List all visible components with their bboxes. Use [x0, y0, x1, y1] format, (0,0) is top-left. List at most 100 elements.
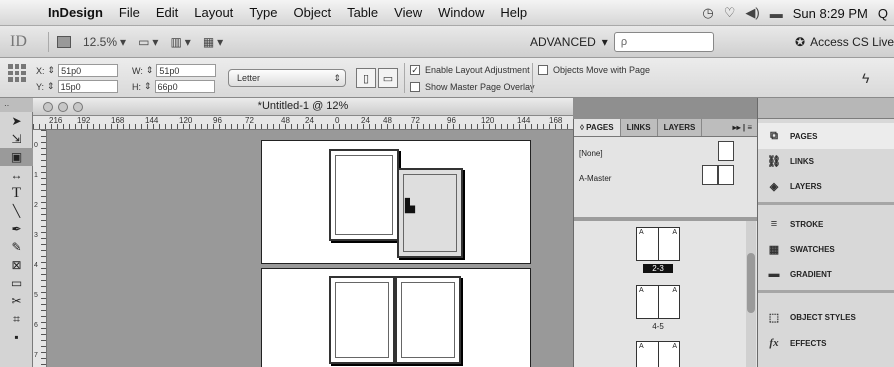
panel-menu-icon[interactable]: ▸▸ | ≡: [727, 119, 758, 136]
wifi-icon[interactable]: ♡: [724, 5, 736, 21]
vertical-ruler[interactable]: 0 1 2 3 4 5 6 7: [33, 130, 47, 367]
help-search-input[interactable]: ρ: [613, 32, 714, 52]
rectangle-frame-tool-icon[interactable]: ⊠: [0, 256, 33, 274]
master-a[interactable]: A-Master: [579, 174, 611, 183]
page-size-select[interactable]: Letter ⇕: [228, 69, 346, 87]
stepper-icon[interactable]: ⇕: [47, 81, 55, 92]
time-machine-icon[interactable]: ◷: [702, 5, 713, 21]
screen-mode-dropdown[interactable]: ▥ ▾: [170, 35, 190, 49]
pages-scrollbar-thumb[interactable]: [747, 253, 755, 313]
stepper-icon[interactable]: ⇕: [146, 65, 154, 76]
ruler-label: 0: [335, 116, 340, 125]
ruler-label: 6: [34, 322, 38, 329]
menu-object[interactable]: Object: [286, 5, 340, 20]
quick-apply-icon[interactable]: ϟ: [862, 70, 869, 86]
menu-window[interactable]: Window: [430, 5, 492, 20]
ruler-label: 0: [34, 142, 38, 149]
menu-view[interactable]: View: [386, 5, 430, 20]
menu-type[interactable]: Type: [241, 5, 285, 20]
gap-tool-icon[interactable]: ↔: [0, 166, 33, 184]
view-options-dropdown[interactable]: ▭ ▾: [138, 35, 158, 49]
portrait-orientation-button[interactable]: ▯: [356, 68, 376, 88]
show-master-overlay-checkbox[interactable]: [410, 82, 420, 92]
free-transform-tool-icon[interactable]: ⌗: [0, 310, 33, 328]
object-styles-icon: ⬚: [768, 311, 780, 324]
stepper-icon[interactable]: ⇕: [48, 65, 56, 76]
line-tool-icon[interactable]: ╲: [0, 202, 33, 220]
enable-layout-adjustment-checkbox[interactable]: ✓: [410, 65, 420, 75]
chevron-down-icon: ▾: [217, 34, 224, 49]
page-left[interactable]: [329, 276, 395, 364]
view-options-icon: ▭: [138, 34, 150, 49]
tab-pages[interactable]: ◊ PAGES: [574, 119, 621, 136]
arrange-documents-dropdown[interactable]: ▦ ▾: [203, 35, 223, 49]
dock-header[interactable]: [758, 98, 894, 119]
pasteboard[interactable]: ▙: [47, 130, 573, 367]
menu-file[interactable]: File: [111, 5, 148, 20]
master-a-left-thumbnail[interactable]: [702, 165, 718, 185]
spine: [658, 342, 659, 367]
layers-icon: ◈: [769, 180, 779, 193]
dock-item-swatches[interactable]: ▦ SWATCHES: [758, 236, 894, 262]
scissors-tool-icon[interactable]: ✂: [0, 292, 33, 310]
horizontal-ruler[interactable]: 216 192 168 144 120 96 72 48 24 0 24 48 …: [33, 116, 573, 130]
page-right[interactable]: [395, 276, 461, 364]
pencil-tool-icon[interactable]: ✎: [0, 238, 33, 256]
objects-move-with-page[interactable]: Objects Move with Page: [538, 65, 650, 75]
volume-icon[interactable]: ◀): [745, 5, 759, 21]
master-none[interactable]: [None]: [579, 149, 603, 158]
menu-edit[interactable]: Edit: [148, 5, 186, 20]
reference-point-icon[interactable]: [8, 64, 26, 82]
zoom-level-dropdown[interactable]: 12.5% ▾: [83, 35, 126, 49]
dock-item-stroke[interactable]: ≡ STROKE: [758, 211, 894, 237]
height-field[interactable]: 66p0: [154, 80, 215, 93]
spotlight-icon[interactable]: Q: [878, 6, 888, 21]
menu-extras: ◷ ♡ ◀) ▬ Sun 8:29 PM Q: [702, 0, 888, 26]
menu-layout[interactable]: Layout: [186, 5, 241, 20]
dock-item-gradient[interactable]: ▬ GRADIENT: [758, 261, 894, 287]
menu-clock[interactable]: Sun 8:29 PM: [793, 6, 868, 21]
gradient-tool-icon[interactable]: ▪: [0, 328, 33, 346]
workspace-dropdown[interactable]: ADVANCED: [530, 35, 596, 49]
master-a-right-thumbnail[interactable]: [718, 165, 734, 185]
master-none-thumbnail[interactable]: [718, 141, 734, 161]
direct-selection-tool-icon[interactable]: ⇲: [0, 130, 33, 148]
type-tool-icon[interactable]: T: [0, 184, 33, 202]
access-cs-live[interactable]: ✪ Access CS Live: [795, 30, 894, 54]
spread-label[interactable]: 4-5: [643, 322, 673, 331]
page-1[interactable]: [329, 149, 399, 241]
x-position-field[interactable]: 51p0: [58, 64, 119, 77]
panel-splitter[interactable]: [574, 217, 758, 221]
spread-thumbnail[interactable]: A A: [636, 341, 680, 367]
show-master-overlay[interactable]: Show Master Page Overlay: [410, 82, 535, 92]
dock-item-links[interactable]: ⛓ LINKS: [758, 148, 894, 174]
dock-item-pages[interactable]: ⧉ PAGES: [758, 123, 894, 149]
menu-help[interactable]: Help: [492, 5, 535, 20]
y-label: Y:: [36, 81, 45, 92]
spread-thumbnail-4-5[interactable]: A A: [636, 285, 680, 319]
dock-item-object-styles[interactable]: ⬚ OBJECT STYLES: [758, 304, 894, 330]
pen-tool-icon[interactable]: ✒: [0, 220, 33, 238]
tab-links[interactable]: LINKS: [621, 119, 658, 136]
bridge-button[interactable]: [57, 35, 71, 48]
y-position-field[interactable]: 15p0: [57, 80, 118, 93]
selection-tool-icon[interactable]: ➤: [0, 112, 33, 130]
width-field[interactable]: 51p0: [156, 64, 217, 77]
menu-table[interactable]: Table: [339, 5, 386, 20]
links-icon: ⛓: [767, 155, 781, 168]
landscape-orientation-button[interactable]: ▭: [378, 68, 398, 88]
master-letter: A: [672, 229, 677, 236]
rectangle-tool-icon[interactable]: ▭: [0, 274, 33, 292]
tools-panel-grip[interactable]: ··: [0, 98, 33, 112]
menu-app-name[interactable]: InDesign: [40, 5, 111, 20]
enable-layout-adjustment[interactable]: ✓ Enable Layout Adjustment: [410, 65, 530, 75]
spread-thumbnail-2-3[interactable]: A A: [636, 227, 680, 261]
dock-item-effects[interactable]: fx EFFECTS: [758, 330, 894, 356]
battery-icon[interactable]: ▬: [770, 6, 783, 21]
objects-move-checkbox[interactable]: [538, 65, 548, 75]
tab-layers[interactable]: LAYERS: [658, 119, 703, 136]
stepper-icon[interactable]: ⇕: [144, 81, 152, 92]
page-tool-icon[interactable]: ▣: [0, 148, 33, 166]
spread-label-selected[interactable]: 2-3: [643, 264, 673, 273]
dock-item-layers[interactable]: ◈ LAYERS: [758, 173, 894, 199]
